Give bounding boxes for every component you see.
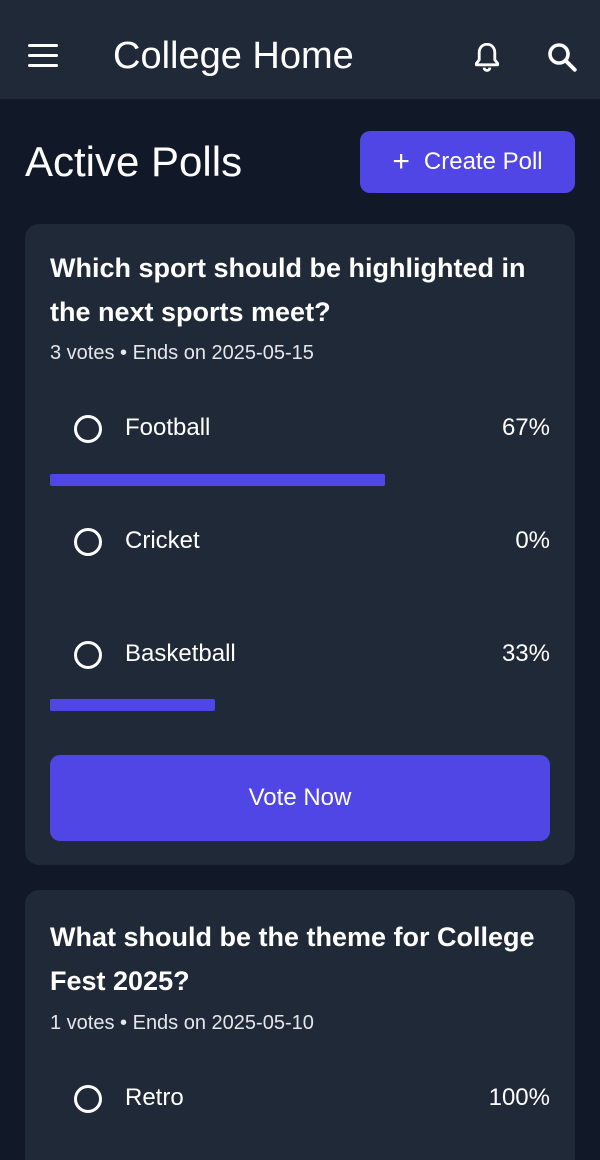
poll-meta: 1 votes • Ends on 2025-05-10	[50, 1012, 314, 1034]
poll-option-football[interactable]: Football 67%	[50, 408, 550, 452]
search-icon[interactable]	[544, 39, 580, 75]
bell-icon[interactable]	[470, 39, 504, 75]
poll-meta: 3 votes • Ends on 2025-05-15	[50, 342, 314, 364]
result-bar	[50, 474, 550, 486]
app-title: College Home	[113, 35, 354, 77]
option-percent: 67%	[501, 414, 550, 441]
page-title: Active Polls	[25, 138, 243, 185]
option-label: Football	[125, 414, 211, 441]
radio-button-icon[interactable]	[74, 641, 102, 669]
radio-button-icon[interactable]	[74, 415, 102, 443]
hamburger-menu-icon[interactable]	[28, 44, 58, 68]
poll-question: What should be the theme for College Fes…	[50, 922, 535, 996]
poll-card: Which sport should be highlighted in the…	[25, 224, 575, 865]
radio-button-icon[interactable]	[74, 528, 102, 556]
poll-question: Which sport should be highlighted in the…	[50, 253, 526, 327]
result-bar	[50, 699, 550, 711]
radio-button-icon[interactable]	[74, 1085, 102, 1113]
poll-option-retro[interactable]: Retro 100%	[50, 1078, 550, 1122]
result-bar-fill	[50, 474, 385, 486]
app-bar: College Home	[0, 0, 600, 99]
poll-card: What should be the theme for College Fes…	[25, 890, 575, 1160]
option-label: Retro	[125, 1084, 184, 1111]
plus-icon: +	[392, 145, 410, 178]
option-percent: 0%	[515, 527, 550, 554]
poll-option-basketball[interactable]: Basketball 33%	[50, 634, 550, 678]
result-bar-fill	[50, 699, 215, 711]
option-percent: 100%	[488, 1084, 550, 1111]
option-percent: 33%	[501, 640, 550, 667]
option-label: Basketball	[125, 640, 236, 667]
create-poll-button[interactable]: + Create Poll	[360, 131, 575, 193]
poll-option-cricket[interactable]: Cricket 0%	[50, 521, 550, 565]
option-label: Cricket	[125, 527, 200, 554]
vote-now-button[interactable]: Vote Now	[50, 755, 550, 841]
create-poll-label: Create Poll	[423, 148, 543, 175]
